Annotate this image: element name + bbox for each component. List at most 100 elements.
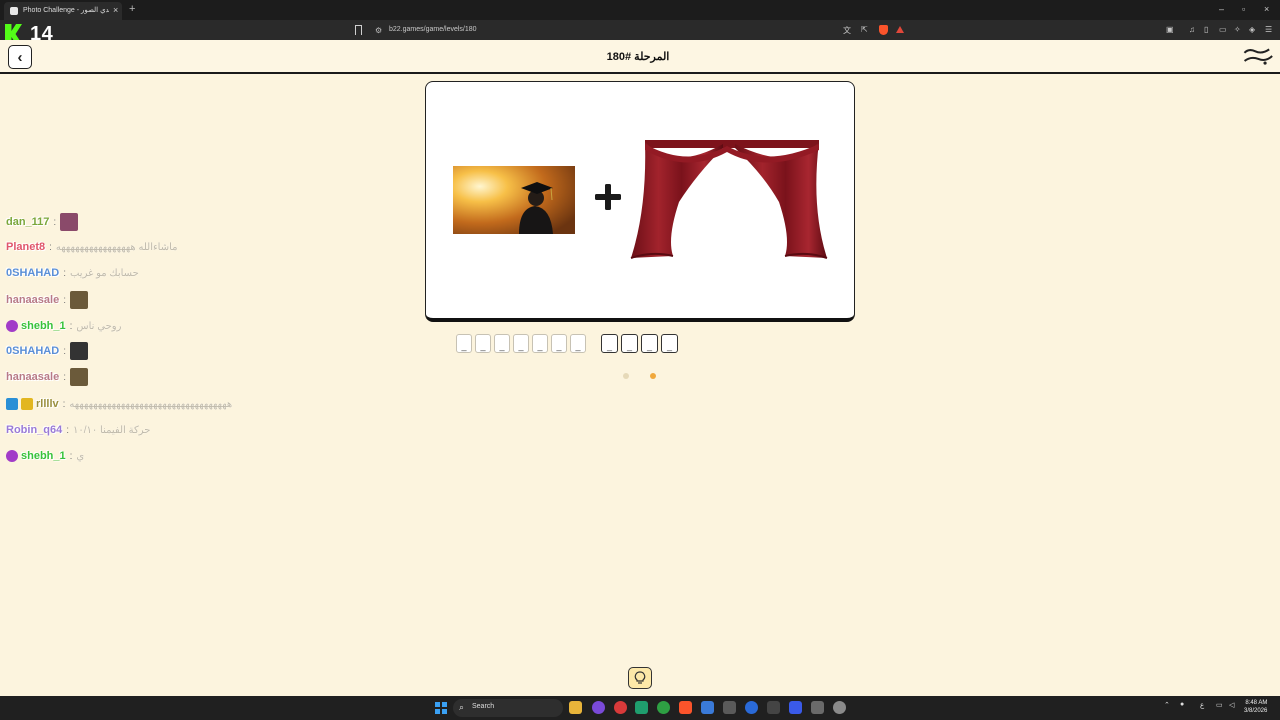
chat-message: 0SHAHAD : bbox=[6, 342, 88, 360]
chat-username: 0SHAHAD bbox=[6, 267, 60, 279]
chat-separator: : bbox=[63, 371, 66, 383]
answer-slot[interactable]: _ bbox=[570, 334, 586, 353]
chat-username: shebh_1 bbox=[21, 320, 66, 332]
answer-slot-active[interactable]: _ bbox=[621, 334, 638, 353]
chat-text: ههههههههههههههههههههههههههههههههههه bbox=[69, 398, 233, 410]
tray-overflow-icon[interactable]: ⌃ bbox=[1164, 701, 1170, 709]
answer-slot[interactable]: _ bbox=[475, 334, 491, 353]
sidebar-icon[interactable]: ▯ bbox=[1204, 25, 1208, 34]
xbox-icon[interactable] bbox=[657, 701, 670, 714]
chat-separator: : bbox=[49, 241, 52, 253]
app-icon[interactable] bbox=[614, 701, 627, 714]
tabs-icon[interactable]: ▭ bbox=[1219, 25, 1227, 34]
answer-slot[interactable]: _ bbox=[551, 334, 567, 353]
settings-icon[interactable] bbox=[833, 701, 846, 714]
chat-separator: : bbox=[66, 424, 70, 436]
edge-icon[interactable] bbox=[745, 701, 758, 714]
subscriber-badge-icon bbox=[6, 320, 18, 332]
level-title: المرحلة #180 bbox=[606, 51, 670, 63]
lightbulb-icon bbox=[634, 671, 646, 684]
app-icon[interactable] bbox=[811, 701, 824, 714]
plus-icon bbox=[595, 184, 621, 210]
graduate-clue-image bbox=[453, 166, 575, 234]
site-logo bbox=[1241, 43, 1276, 69]
address-bar[interactable]: b22.games/game/levels/180 bbox=[389, 26, 477, 33]
chat-emote-image bbox=[69, 368, 88, 386]
chat-username: 0SHAHAD bbox=[6, 345, 60, 357]
site-logo-icon bbox=[1243, 48, 1273, 65]
chat-text: روحي ناس bbox=[76, 320, 122, 332]
app-icon[interactable] bbox=[635, 701, 648, 714]
tab-title: Photo Challenge - لعبة تحدي الصور bbox=[23, 7, 109, 14]
chat-username: shebh_1 bbox=[21, 450, 66, 462]
menu-icon[interactable]: ☰ bbox=[1265, 25, 1272, 34]
tab-close-icon[interactable]: × bbox=[113, 5, 118, 15]
chat-username: Robin_q64 bbox=[6, 424, 63, 436]
network-icon[interactable]: ▭ bbox=[1216, 701, 1223, 709]
brave-rewards-icon[interactable] bbox=[896, 26, 904, 33]
subscriber-badge-icon bbox=[6, 450, 18, 462]
chat-separator: : bbox=[63, 294, 66, 306]
chat-message: Planet8 : ماشاءالله ههههههههههههههههه bbox=[6, 238, 178, 256]
chat-emote-image bbox=[69, 291, 88, 309]
app-icon[interactable] bbox=[592, 701, 605, 714]
chat-text: حركة الفيمنا ١٠/١٠ bbox=[73, 424, 151, 436]
chat-emote-image bbox=[69, 342, 88, 360]
bookmark-icon[interactable] bbox=[355, 25, 362, 35]
site-info-icon[interactable]: ⚙ bbox=[375, 26, 382, 35]
app-icon[interactable] bbox=[723, 701, 736, 714]
screenshot-icon[interactable]: ▣ bbox=[1166, 25, 1174, 34]
hint-button[interactable] bbox=[628, 667, 652, 689]
chat-separator: : bbox=[53, 216, 57, 228]
crown-badge-icon bbox=[21, 398, 33, 410]
taskbar-clock[interactable]: 8:48 AM 3/8/2026 bbox=[1244, 699, 1267, 715]
progress-dot-current bbox=[650, 373, 656, 379]
chat-username: rllllv bbox=[36, 398, 59, 410]
app-icon[interactable] bbox=[789, 701, 802, 714]
chat-message: hanaasale : bbox=[6, 291, 88, 309]
search-icon: ⌕ bbox=[459, 702, 465, 712]
keyboard-language[interactable]: ع bbox=[1200, 701, 1204, 709]
file-explorer-icon[interactable] bbox=[569, 701, 582, 714]
answer-slot[interactable]: _ bbox=[513, 334, 529, 353]
answer-slot[interactable]: _ bbox=[456, 334, 472, 353]
answer-slot-active[interactable]: _ bbox=[641, 334, 658, 353]
chat-username: hanaasale bbox=[6, 294, 60, 306]
chat-text: ماشاءالله ههههههههههههههههه bbox=[55, 241, 178, 253]
wallet-icon[interactable]: ◈ bbox=[1249, 25, 1255, 34]
brave-shields-icon[interactable] bbox=[879, 25, 888, 35]
microphone-icon[interactable]: ● bbox=[1180, 701, 1184, 708]
browser-tab[interactable]: Photo Challenge - لعبة تحدي الصور × bbox=[4, 2, 122, 20]
media-icon[interactable]: ♫ bbox=[1189, 25, 1195, 34]
extensions-icon[interactable]: ✧ bbox=[1234, 25, 1241, 34]
clock-time: 8:48 AM bbox=[1245, 700, 1268, 706]
answer-slot-active[interactable]: _ bbox=[601, 334, 618, 353]
windows-start-icon[interactable] bbox=[435, 702, 447, 714]
answer-slot[interactable]: _ bbox=[494, 334, 510, 353]
chat-username: Planet8 bbox=[6, 241, 46, 253]
chat-username: dan_117 bbox=[6, 216, 50, 228]
brave-browser-icon[interactable] bbox=[679, 701, 692, 714]
tab-favicon-icon bbox=[10, 7, 18, 15]
progress-dot-done bbox=[623, 373, 629, 379]
translate-icon[interactable]: 文 bbox=[843, 25, 851, 36]
volume-icon[interactable]: ◁ bbox=[1229, 701, 1234, 709]
chat-text: حسابك مو غريب bbox=[69, 267, 139, 279]
answer-slot-active[interactable]: _ bbox=[661, 334, 678, 353]
back-button[interactable]: ‹ bbox=[8, 45, 32, 69]
maximize-button[interactable]: ▫ bbox=[1242, 4, 1245, 14]
taskbar-search[interactable] bbox=[453, 699, 563, 717]
clock-date: 3/8/2026 bbox=[1244, 708, 1268, 714]
chat-separator: : bbox=[63, 345, 66, 357]
answer-slot[interactable]: _ bbox=[532, 334, 548, 353]
minimize-button[interactable]: – bbox=[1219, 4, 1224, 14]
browser-toolbar bbox=[0, 20, 1280, 40]
chat-message: shebh_1 : روحي ناس bbox=[6, 317, 121, 335]
security-icon[interactable] bbox=[701, 701, 714, 714]
close-window-button[interactable]: × bbox=[1264, 4, 1269, 14]
share-icon[interactable]: ⇱ bbox=[861, 25, 868, 34]
chat-separator: : bbox=[63, 267, 66, 279]
terminal-icon[interactable] bbox=[767, 701, 780, 714]
curtain-clue-image bbox=[630, 140, 828, 259]
new-tab-button[interactable]: + bbox=[129, 3, 135, 15]
